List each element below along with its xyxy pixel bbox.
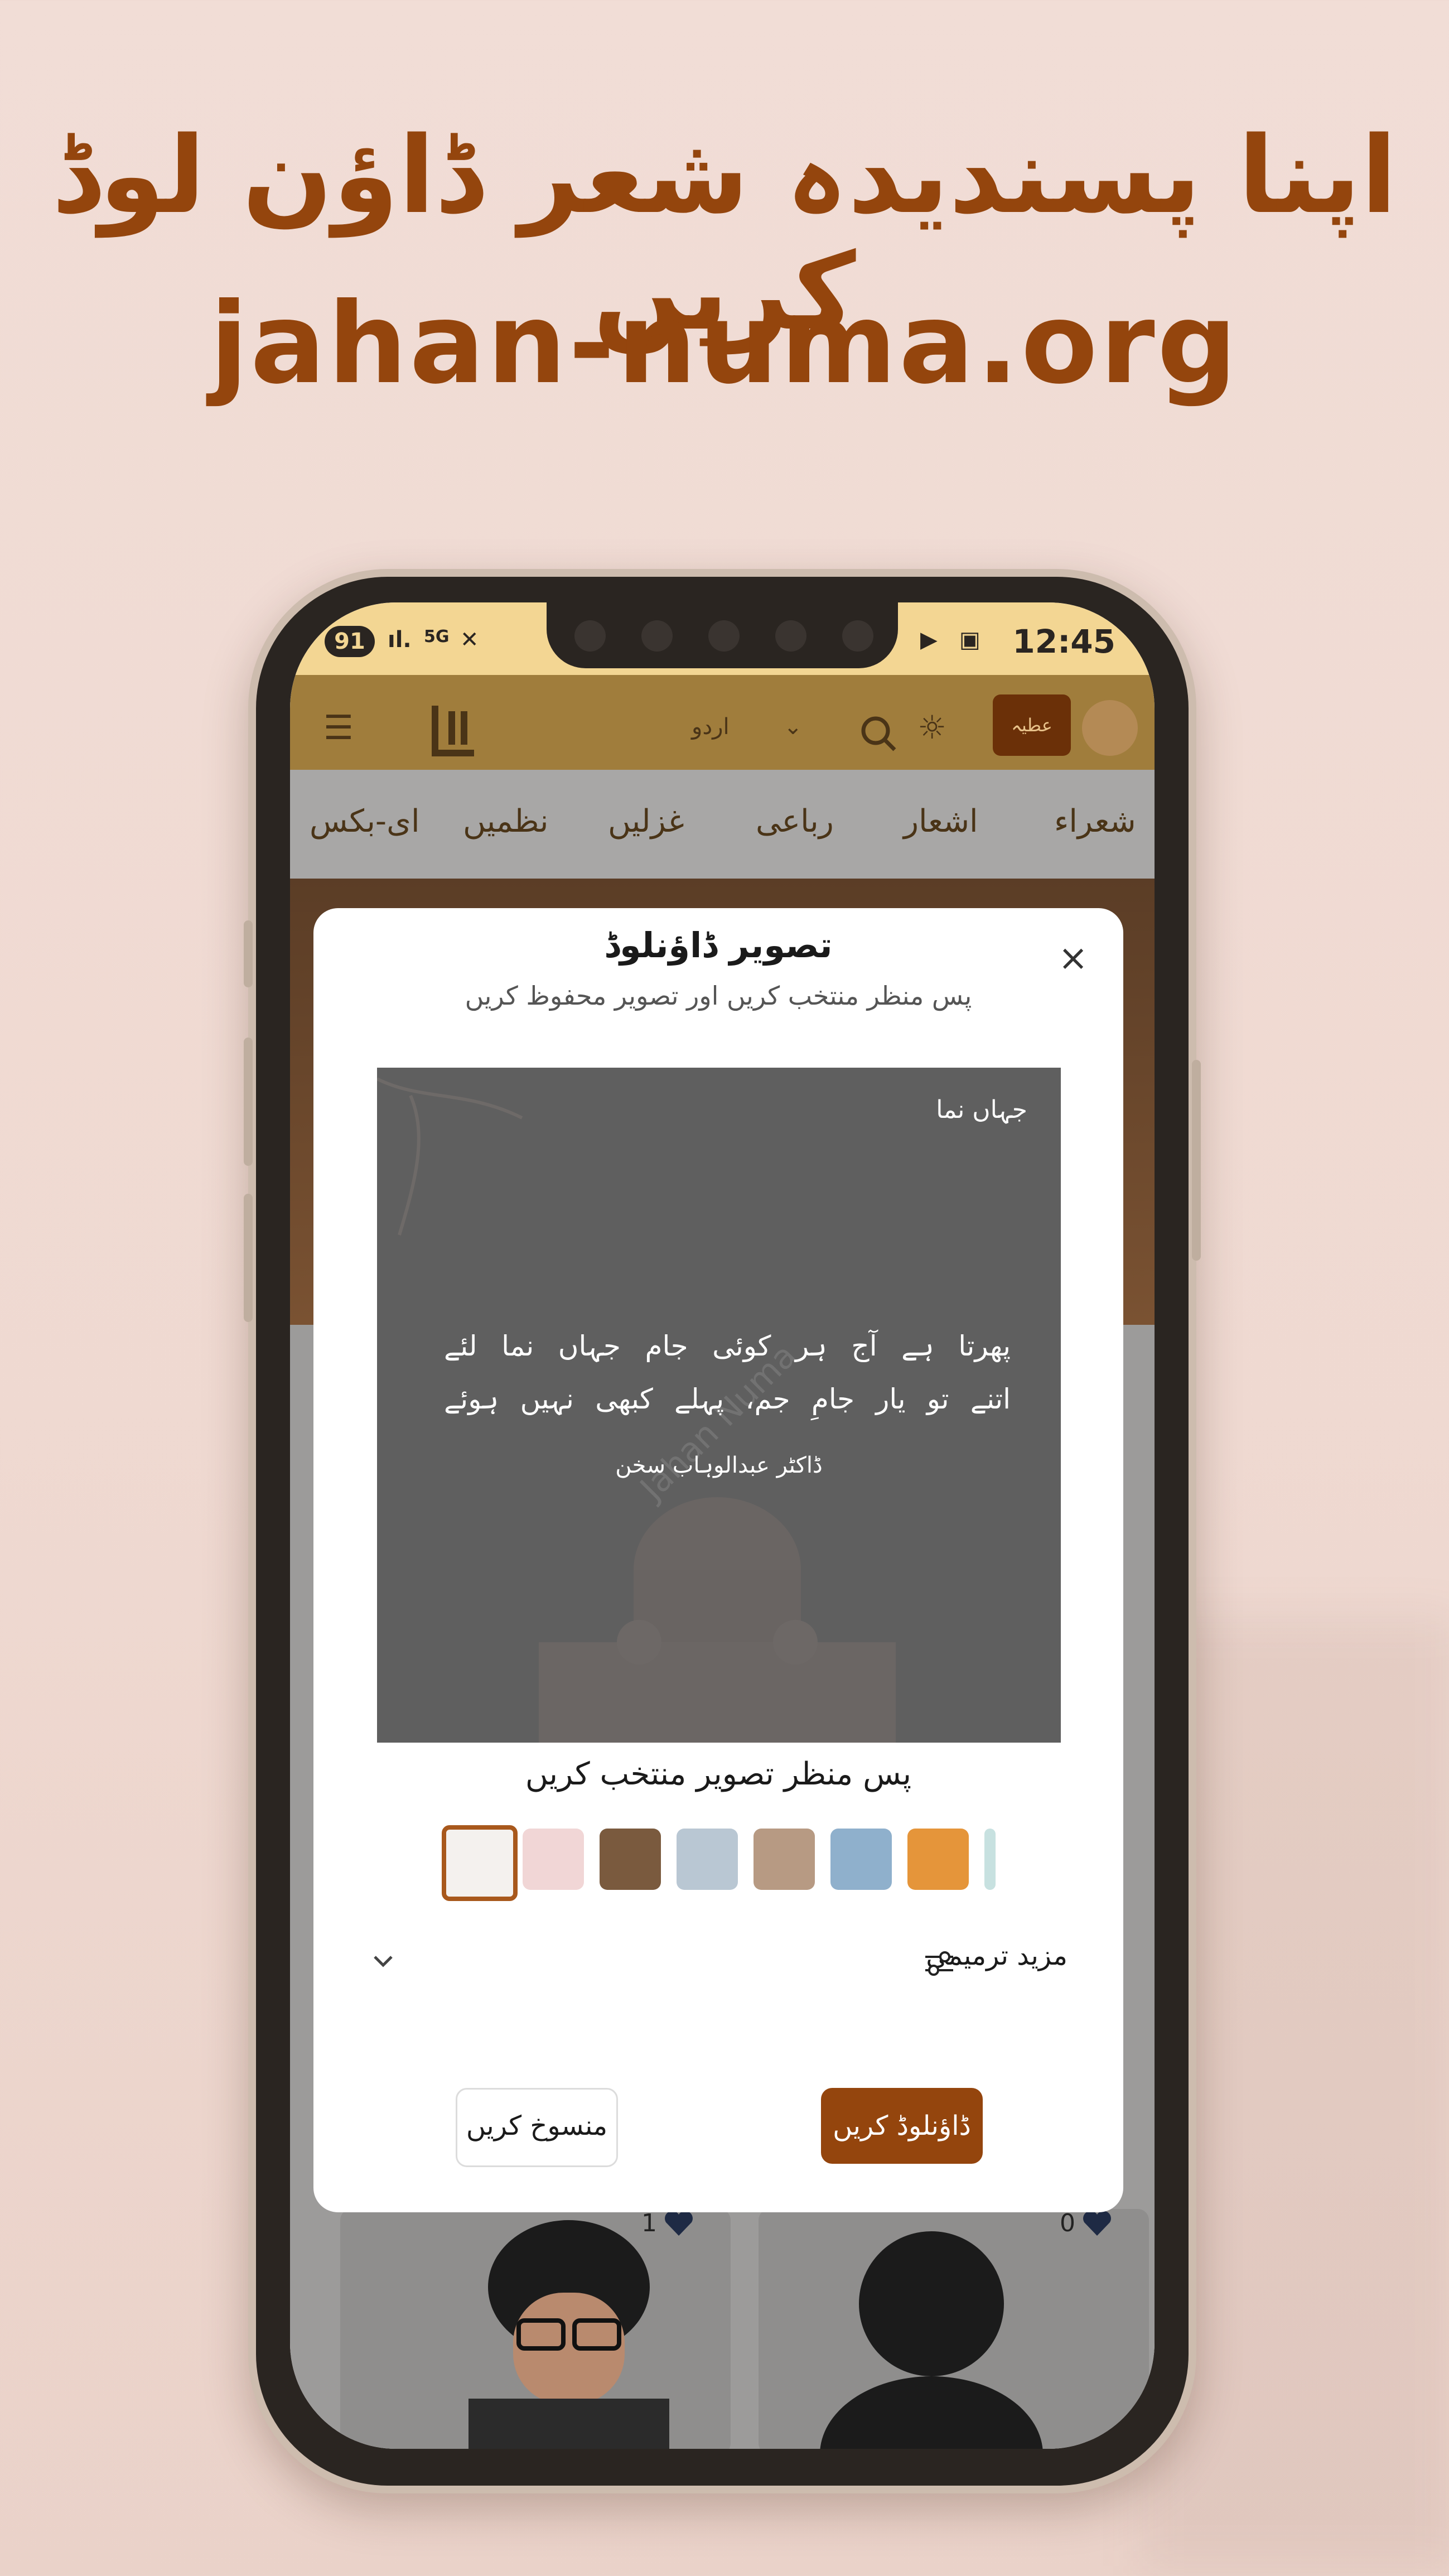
nav-item-couplets[interactable]: اشعار [904, 803, 978, 840]
app-notification-icon: ▶ [920, 627, 938, 653]
nav-item-rubai[interactable]: رباعی [756, 803, 834, 840]
poet-photo [468, 2220, 669, 2449]
background-thumb-1[interactable] [442, 1825, 518, 1901]
nav-item-poets[interactable]: شعراء [1054, 803, 1136, 840]
background-thumb-7[interactable] [907, 1829, 969, 1890]
background-thumb-5[interactable] [754, 1829, 815, 1890]
network-label: 5G [424, 627, 450, 647]
phone-side-button [244, 1194, 253, 1322]
phone-side-button [1192, 1060, 1201, 1261]
background-thumb-4[interactable] [677, 1829, 738, 1890]
more-options-toggle[interactable]: مزید ترمیمی [369, 1940, 1068, 1990]
heart-icon[interactable] [1082, 2209, 1112, 2237]
branch-illustration [377, 1077, 523, 1236]
avatar[interactable] [1082, 700, 1138, 756]
choose-background-label: پس منظر تصویر منتخب کریں [525, 1756, 912, 1792]
dialog-subtitle: پس منظر منتخب کریں اور تصویر محفوظ کریں [465, 981, 972, 1011]
quote-preview-image: جہاں نما Jahan Numa پھرتا ہے آج ہر کوئی … [377, 1068, 1061, 1743]
battery-badge: 91 [325, 626, 375, 657]
poet-name: ڈاکٹر عبدالوہاب سخن [615, 1453, 823, 1478]
clock: 12:45 [1012, 623, 1115, 660]
promo-url: jahan-numa.org [210, 279, 1239, 409]
status-bar: 91 ıl. 5G ✕ ▶ ▣ 12:45 [290, 602, 1155, 675]
nav-item-nazms[interactable]: نظمیں [463, 803, 548, 840]
dialog-title: تصویر ڈاؤنلوڈ [604, 925, 833, 966]
chevron-down-icon: ⌄ [784, 714, 803, 740]
background-thumb-8[interactable] [984, 1829, 996, 1890]
camera-notch [547, 602, 898, 668]
logo-icon[interactable] [429, 700, 480, 761]
verse-line-2: اتنے تو یار جامِ جم، پہلے کبھی نہیں ہوئے [444, 1383, 1011, 1415]
nav-item-ghazals[interactable]: غزلیں [608, 803, 684, 840]
sliders-icon [925, 1951, 953, 1976]
cancel-button[interactable]: منسوخ کریں [456, 2088, 618, 2167]
dome-illustration [539, 1497, 896, 1743]
donate-button[interactable]: عطیہ [993, 694, 1071, 756]
chevron-down-icon [374, 1956, 393, 1967]
background-thumb-6[interactable] [830, 1829, 892, 1890]
verse-line-1: پھرتا ہے آج ہر کوئی جام جہاں نما لئے [444, 1330, 1011, 1362]
phone-side-button [244, 920, 253, 987]
menu-icon[interactable]: ☰ [323, 708, 354, 747]
mute-icon: ✕ [460, 627, 479, 653]
phone-side-button [244, 1038, 253, 1166]
theme-toggle-icon[interactable]: ☼ [917, 708, 946, 746]
screenshot-icon: ▣ [959, 627, 981, 653]
download-button[interactable]: ڈاؤنلوڈ کریں [821, 2088, 983, 2164]
nav-item-ebooks[interactable]: ای-بکس [310, 803, 420, 840]
poet-placeholder-avatar [820, 2231, 1043, 2449]
category-nav: شعراء اشعار رباعی غزلیں نظمیں ای-بکس [290, 770, 1155, 879]
image-download-dialog: تصویر ڈاؤنلوڈ پس منظر منتخب کریں اور تصو… [313, 908, 1123, 2212]
like-count: 0 [1060, 2209, 1075, 2237]
signal-icon: ıl. [388, 627, 412, 653]
background-thumb-2[interactable] [523, 1829, 584, 1890]
close-icon[interactable]: × [1056, 940, 1090, 976]
background-thumb-3[interactable] [600, 1829, 661, 1890]
preview-brand: جہاں نما [936, 1096, 1027, 1124]
search-icon[interactable] [859, 714, 898, 753]
language-select[interactable]: اردو [692, 714, 730, 740]
